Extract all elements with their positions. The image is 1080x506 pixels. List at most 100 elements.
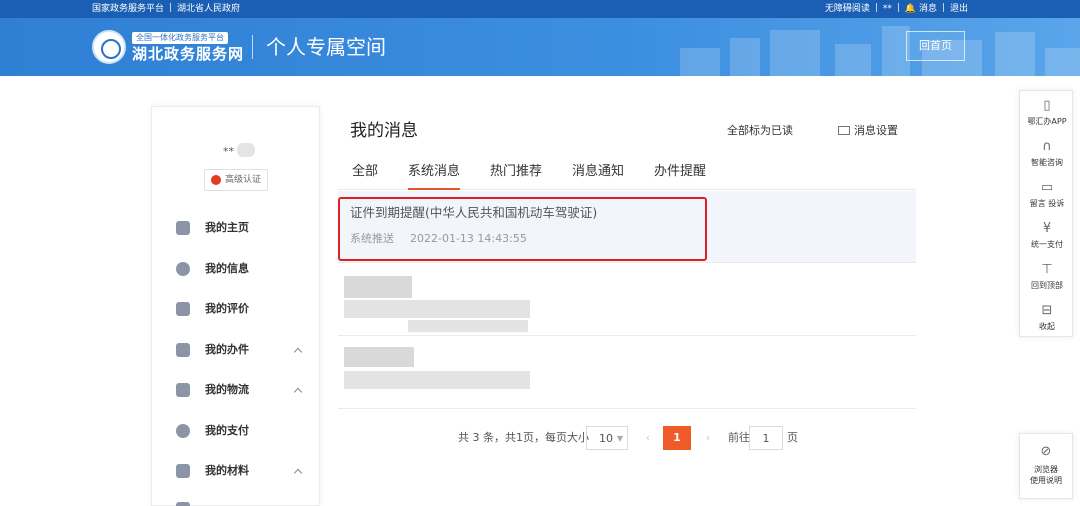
sidebar: ** 高级认证 我的主页 我的信息 我的评价 我的办件 我的物流 我的支付 我的… bbox=[151, 106, 320, 506]
sidebar-item-home[interactable]: 我的主页 bbox=[176, 218, 306, 238]
chevron-up-icon[interactable] bbox=[292, 344, 304, 356]
blurred-text bbox=[344, 371, 530, 389]
message-row[interactable] bbox=[338, 337, 916, 409]
blurred-text bbox=[344, 300, 530, 318]
avatar bbox=[237, 143, 255, 157]
blurred-text bbox=[408, 320, 528, 332]
yen-icon bbox=[176, 424, 190, 438]
sidebar-item-info[interactable]: 我的信息 bbox=[176, 259, 306, 279]
app-download-button[interactable]: ▯ 鄂汇办APP bbox=[1020, 95, 1074, 135]
header-divider bbox=[252, 35, 253, 59]
comment-icon: ▭ bbox=[1040, 180, 1054, 195]
message-title[interactable]: 证件到期提醒(中华人民共和国机动车驾驶证) bbox=[350, 204, 597, 222]
collapse-icon: ⊟ bbox=[1041, 303, 1053, 318]
browser-icon: ⊘ bbox=[1040, 444, 1052, 459]
next-page-button[interactable]: › bbox=[701, 426, 715, 450]
message-row[interactable] bbox=[338, 264, 916, 336]
browser-guide-label-2: 使用说明 bbox=[1030, 476, 1062, 485]
site-header: 全国一体化政务服务平台 湖北政务服务网 个人专属空间 回首页 bbox=[0, 18, 1080, 76]
menu-icon bbox=[176, 502, 190, 506]
message-time: 2022-01-13 14:43:55 bbox=[410, 232, 527, 245]
arrow-up-icon: ⊤ bbox=[1041, 262, 1053, 277]
message-settings-button[interactable]: 消息设置 bbox=[838, 123, 898, 139]
sidebar-item-label: 我的信息 bbox=[205, 262, 249, 275]
sidebar-item-materials[interactable]: 我的材料 bbox=[176, 461, 306, 481]
page-size-value: 10 bbox=[599, 432, 613, 445]
message-source: 系统推送 bbox=[350, 232, 394, 245]
sidebar-item-label: 我的主页 bbox=[205, 221, 249, 234]
unified-payment-button[interactable]: ¥ 统一支付 bbox=[1020, 218, 1074, 258]
envelope-icon bbox=[838, 126, 850, 135]
building-decoration bbox=[680, 26, 1080, 76]
logo-text[interactable]: 湖北政务服务网 bbox=[132, 45, 244, 63]
top-strip: 国家政务服务平台 湖北省人民政府 无障碍阅读 ** 🔔 消息 退出 bbox=[0, 0, 1080, 18]
link-messages[interactable]: 消息 bbox=[919, 4, 937, 14]
message-tabs: 全部 系统消息 热门推荐 消息通知 办件提醒 bbox=[338, 158, 916, 190]
tab-all[interactable]: 全部 bbox=[352, 162, 378, 188]
tab-system-messages[interactable]: 系统消息 bbox=[408, 162, 461, 190]
cert-label: 高级认证 bbox=[225, 175, 262, 185]
edit-icon bbox=[176, 302, 190, 316]
message-settings-label: 消息设置 bbox=[854, 124, 898, 137]
headset-icon: ∩ bbox=[1042, 139, 1052, 154]
sidebar-item-partial[interactable] bbox=[176, 499, 306, 506]
chat-icon bbox=[176, 262, 190, 276]
tab-case-reminders[interactable]: 办件提醒 bbox=[654, 162, 706, 188]
page-unit-label: 页 bbox=[787, 431, 798, 444]
home-button[interactable]: 回首页 bbox=[906, 31, 965, 61]
site-emblem-icon[interactable] bbox=[92, 30, 126, 64]
floating-item-label: 统一支付 bbox=[1031, 240, 1063, 249]
messages-title: 我的消息 bbox=[350, 121, 418, 141]
message-meta: 系统推送 2022-01-13 14:43:55 bbox=[350, 231, 527, 247]
mark-all-read-button[interactable]: 全部标为已读 bbox=[727, 123, 793, 139]
divider bbox=[875, 3, 877, 12]
current-page-button[interactable]: 1 bbox=[663, 426, 691, 450]
bell-icon[interactable]: 🔔 bbox=[905, 4, 916, 14]
document-icon bbox=[176, 343, 190, 357]
smart-consult-button[interactable]: ∩ 智能咨询 bbox=[1020, 136, 1074, 176]
link-hubei-government[interactable]: 湖北省人民政府 bbox=[177, 4, 240, 14]
divider bbox=[897, 3, 899, 12]
floating-item-label: 留言 投诉 bbox=[1029, 199, 1065, 208]
floating-item-label: 智能咨询 bbox=[1031, 158, 1063, 167]
link-accessibility[interactable]: 无障碍阅读 bbox=[825, 4, 870, 14]
phone-icon: ▯ bbox=[1043, 98, 1051, 113]
logo-subtitle: 全国一体化政务服务平台 bbox=[132, 32, 228, 44]
pagination-summary: 共 3 条，共1页，每页大小 bbox=[458, 431, 589, 444]
goto-label: 前往 bbox=[728, 431, 750, 444]
collapse-button[interactable]: ⊟ 收起 bbox=[1020, 300, 1074, 340]
box-icon bbox=[176, 383, 190, 397]
browser-guide-button[interactable]: ⊘ 浏览器 使用说明 bbox=[1019, 433, 1073, 499]
link-logout[interactable]: 退出 bbox=[950, 4, 968, 14]
page-title: 个人专属空间 bbox=[266, 35, 386, 59]
sidebar-username: ** bbox=[223, 145, 234, 158]
chevron-up-icon[interactable] bbox=[292, 465, 304, 477]
tab-notifications[interactable]: 消息通知 bbox=[572, 162, 624, 188]
cert-dot-icon bbox=[211, 175, 221, 185]
message-row[interactable]: 证件到期提醒(中华人民共和国机动车驾驶证) 系统推送 2022-01-13 14:… bbox=[338, 191, 916, 263]
link-national-platform[interactable]: 国家政务服务平台 bbox=[92, 4, 164, 14]
sidebar-item-payments[interactable]: 我的支付 bbox=[176, 421, 306, 441]
top-username[interactable]: ** bbox=[883, 4, 892, 14]
certification-badge[interactable]: 高级认证 bbox=[204, 169, 268, 191]
sidebar-item-reviews[interactable]: 我的评价 bbox=[176, 299, 306, 319]
blurred-text bbox=[344, 276, 412, 298]
sidebar-item-cases[interactable]: 我的办件 bbox=[176, 340, 306, 360]
tab-hot-recommendations[interactable]: 热门推荐 bbox=[490, 162, 542, 188]
blurred-text bbox=[344, 347, 414, 367]
chevron-up-icon[interactable] bbox=[292, 384, 304, 396]
floating-item-label: 回到顶部 bbox=[1031, 281, 1063, 290]
sidebar-item-logistics[interactable]: 我的物流 bbox=[176, 380, 306, 400]
top-right-links: 无障碍阅读 ** 🔔 消息 退出 bbox=[825, 0, 968, 18]
prev-page-button[interactable]: ‹ bbox=[641, 426, 655, 450]
back-to-top-button[interactable]: ⊤ 回到顶部 bbox=[1020, 259, 1074, 299]
yen-icon: ¥ bbox=[1042, 221, 1052, 236]
divider bbox=[170, 3, 172, 12]
feedback-button[interactable]: ▭ 留言 投诉 bbox=[1020, 177, 1074, 217]
sidebar-item-label: 我的材料 bbox=[205, 464, 249, 477]
page-size-select[interactable]: 10 ▼ bbox=[586, 426, 628, 450]
messages-panel: 我的消息 全部标为已读 消息设置 全部 系统消息 热门推荐 消息通知 办件提醒 … bbox=[338, 106, 916, 506]
sidebar-item-label: 我的支付 bbox=[205, 424, 249, 437]
top-left-links: 国家政务服务平台 湖北省人民政府 bbox=[92, 0, 240, 18]
goto-page-input[interactable]: 1 bbox=[749, 426, 783, 450]
